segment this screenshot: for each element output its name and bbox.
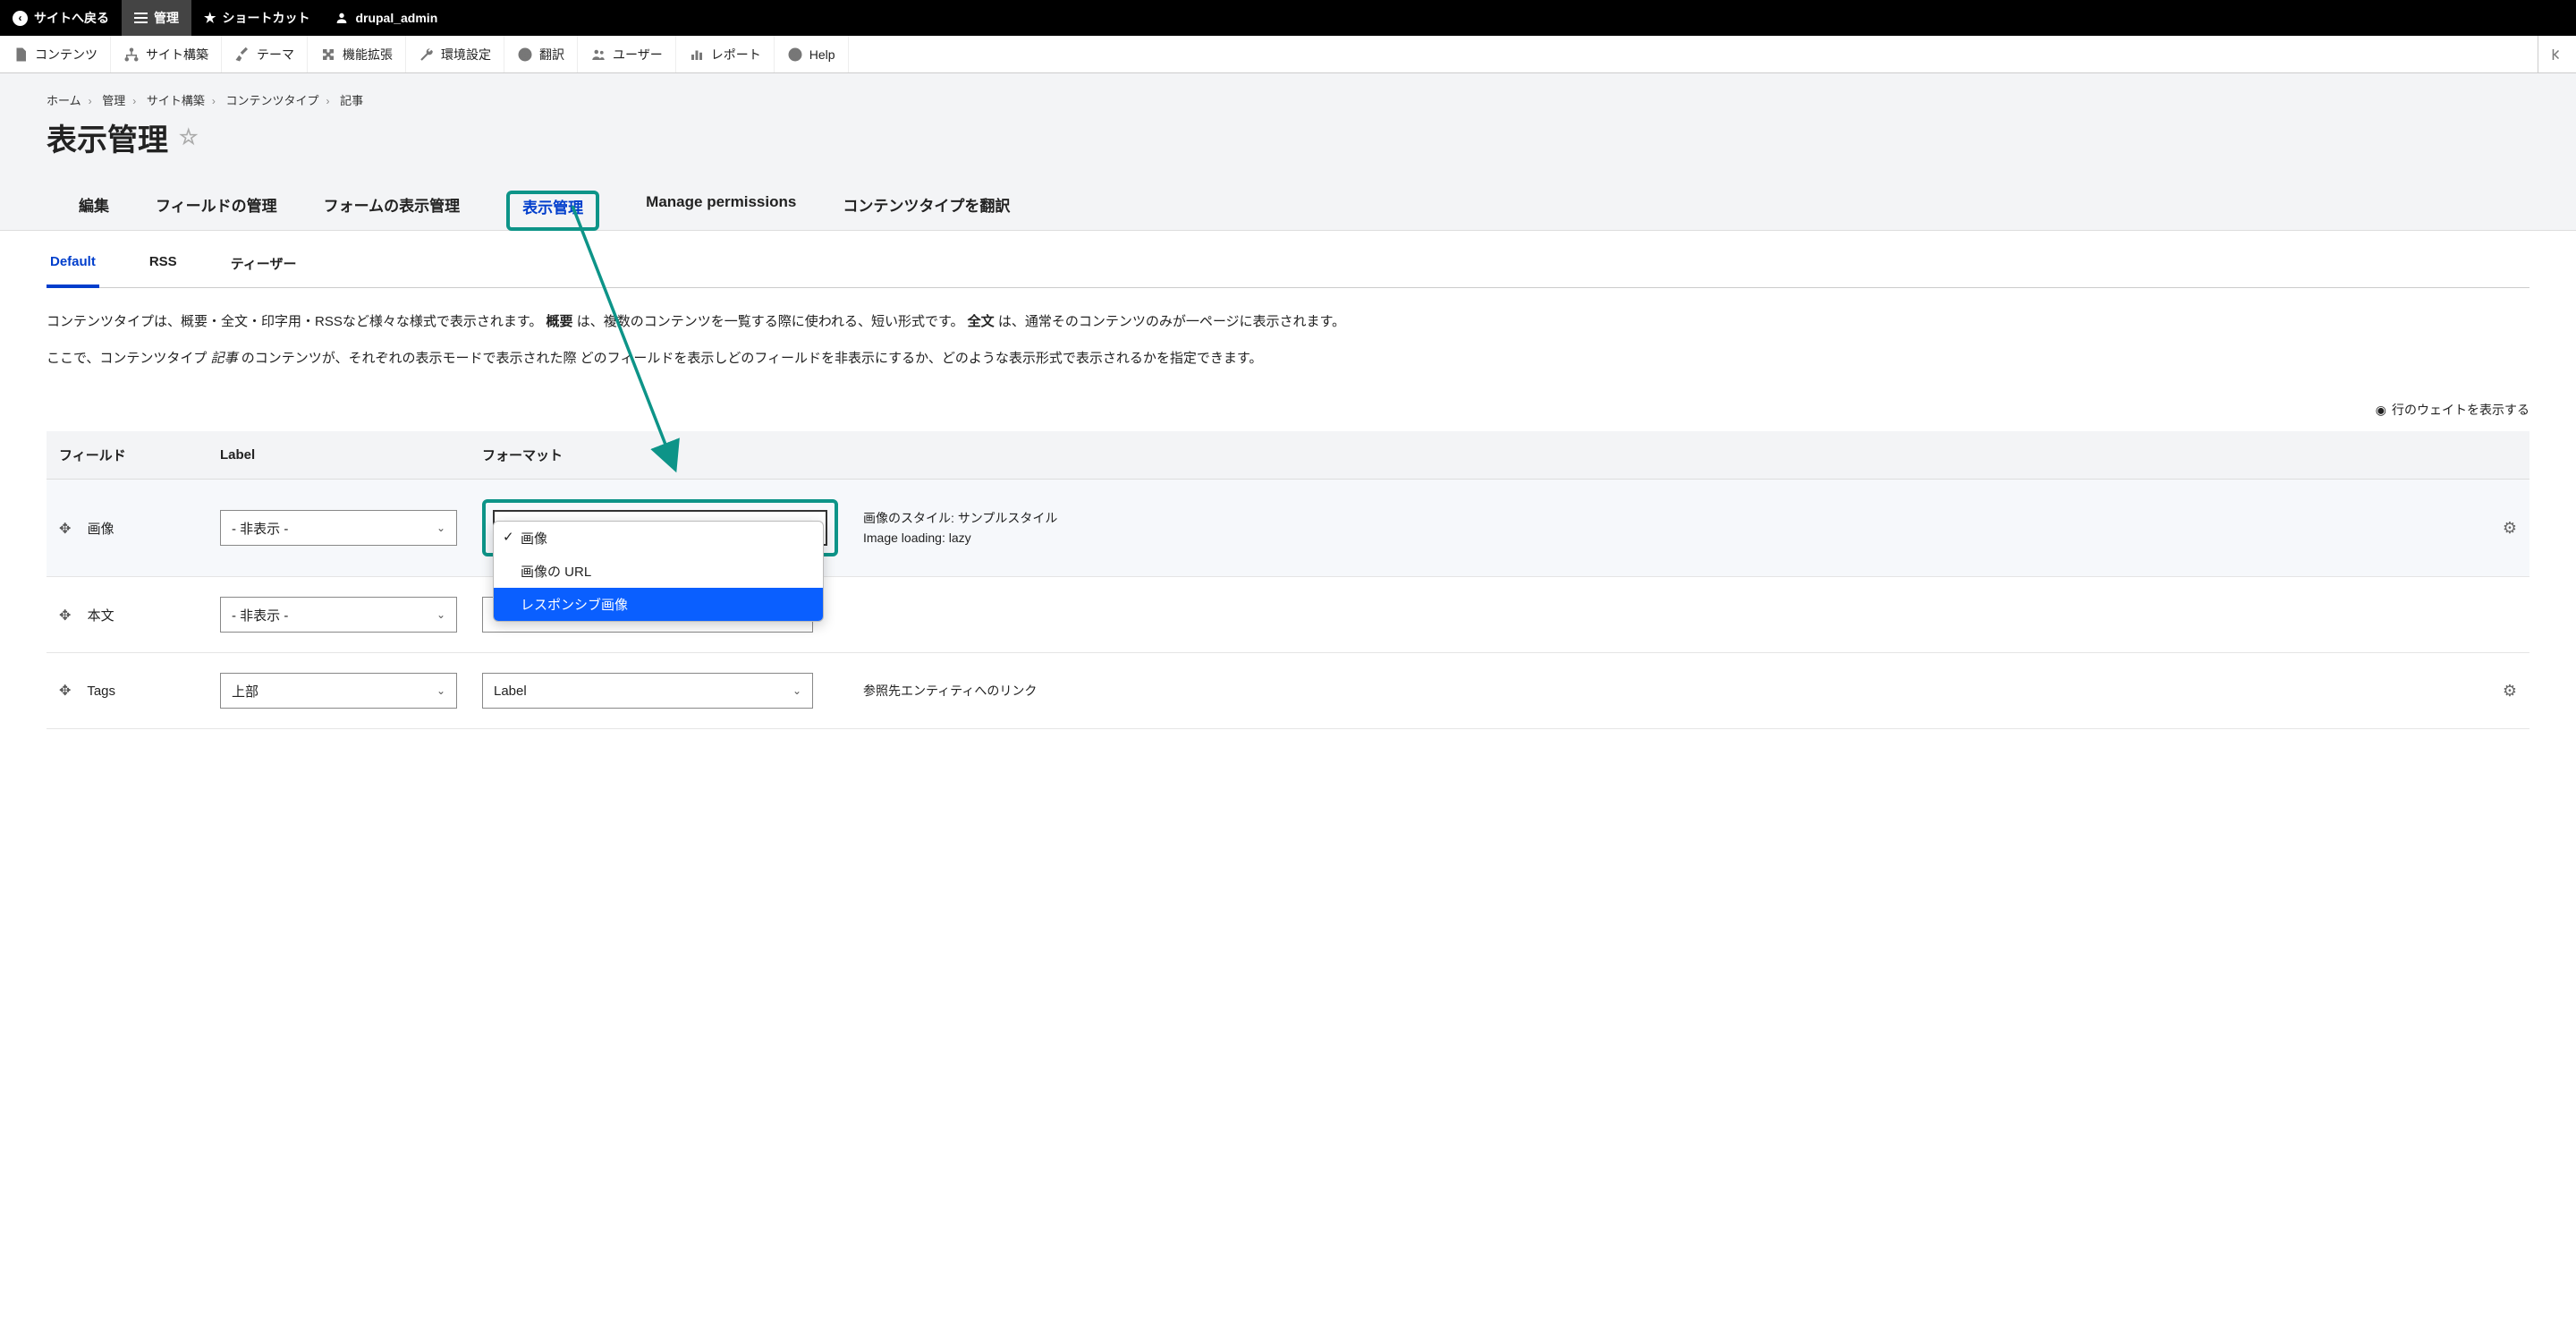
chevron-down-icon: ⌄ <box>436 522 445 534</box>
toolbar-help[interactable]: Help <box>775 36 849 72</box>
wrench-icon <box>419 47 435 63</box>
back-to-site-link[interactable]: ‹ サイトへ戻る <box>0 0 122 36</box>
tab-manage-form-display[interactable]: フォームの表示管理 <box>320 184 464 230</box>
table-row: ✥ 画像 - 非表示 - ⌄ <box>47 480 2529 577</box>
th-field: フィールド <box>47 431 208 480</box>
drag-handle-icon[interactable]: ✥ <box>59 682 71 700</box>
manage-label: 管理 <box>154 9 179 27</box>
shortcuts-label: ショートカット <box>222 9 309 27</box>
format-select[interactable]: Label ⌄ <box>482 673 813 709</box>
gear-icon[interactable]: ⚙ <box>2503 682 2517 700</box>
help-icon <box>787 47 803 63</box>
th-summary <box>851 431 2476 480</box>
brush-icon <box>234 47 250 63</box>
primary-tabs: 編集 フィールドの管理 フォームの表示管理 表示管理 Manage permis… <box>47 184 2529 230</box>
dropdown-option-image-url[interactable]: 画像の URL <box>494 555 823 588</box>
star-icon: ★ <box>204 10 216 26</box>
annotation-highlight-format: 画像 画像の URL レスポンシブ画像 <box>482 499 838 556</box>
user-label: drupal_admin <box>355 11 437 25</box>
breadcrumb: ホーム› 管理› サイト構築› コンテンツタイプ› 記事 <box>47 91 2529 108</box>
show-row-weights-link[interactable]: ◉ 行のウェイトを表示する <box>47 394 2529 431</box>
favorite-star-icon[interactable]: ☆ <box>179 124 199 150</box>
collapse-icon <box>2549 47 2565 63</box>
shortcuts-link[interactable]: ★ ショートカット <box>191 0 322 36</box>
user-icon <box>335 11 349 25</box>
gear-icon[interactable]: ⚙ <box>2503 519 2517 537</box>
dropdown-option-responsive-image[interactable]: レスポンシブ画像 <box>494 588 823 621</box>
breadcrumb-article[interactable]: 記事 <box>340 94 363 107</box>
format-dropdown-menu: 画像 画像の URL レスポンシブ画像 <box>493 521 824 622</box>
chevron-down-icon: ⌄ <box>436 684 445 697</box>
subtab-rss[interactable]: RSS <box>146 240 181 287</box>
description-text: コンテンツタイプは、概要・全文・印字用・RSSなど様々な様式で表示されます。 概… <box>47 288 2529 394</box>
th-label: Label <box>208 431 470 480</box>
drag-handle-icon[interactable]: ✥ <box>59 607 71 624</box>
toolbar-content[interactable]: コンテンツ <box>0 36 111 72</box>
toolbar-people[interactable]: ユーザー <box>578 36 676 72</box>
tab-manage-fields[interactable]: フィールドの管理 <box>152 184 281 230</box>
tab-edit[interactable]: 編集 <box>75 184 113 230</box>
manage-toggle[interactable]: 管理 <box>122 0 191 36</box>
globe-icon <box>517 47 533 63</box>
back-arrow-icon: ‹ <box>13 11 28 26</box>
back-label: サイトへ戻る <box>34 9 109 27</box>
field-name: 画像 <box>88 522 114 537</box>
toolbar-reports[interactable]: レポート <box>676 36 775 72</box>
toolbar-appearance[interactable]: テーマ <box>222 36 308 72</box>
page-content: Default RSS ティーザー コンテンツタイプは、概要・全文・印字用・RS… <box>0 240 2576 765</box>
dropdown-option-image[interactable]: 画像 <box>494 522 823 555</box>
display-fields-table: フィールド Label フォーマット ✥ 画像 - 非表示 - ⌄ <box>47 431 2529 729</box>
hamburger-icon <box>134 13 148 23</box>
chevron-down-icon: ⌄ <box>792 684 801 697</box>
toolbar-collapse-button[interactable] <box>2538 36 2576 72</box>
field-name: Tags <box>87 684 115 699</box>
secondary-tabs: Default RSS ティーザー <box>47 240 2529 288</box>
admin-toolbar: コンテンツ サイト構築 テーマ 機能拡張 環境設定 翻訳 ユーザー レポート H… <box>0 36 2576 73</box>
field-name: 本文 <box>88 608 114 624</box>
label-select[interactable]: - 非表示 - ⌄ <box>220 597 457 633</box>
label-select[interactable]: 上部 ⌄ <box>220 673 457 709</box>
breadcrumb-content-types[interactable]: コンテンツタイプ <box>226 94 319 107</box>
toolbar-structure[interactable]: サイト構築 <box>111 36 222 72</box>
admin-topbar: ‹ サイトへ戻る 管理 ★ ショートカット drupal_admin <box>0 0 2576 36</box>
breadcrumb-manage[interactable]: 管理 <box>102 94 125 107</box>
toolbar-translate[interactable]: 翻訳 <box>504 36 578 72</box>
subtab-default[interactable]: Default <box>47 240 99 288</box>
subtab-teaser[interactable]: ティーザー <box>227 240 301 287</box>
file-icon <box>13 47 29 63</box>
table-row: ✥ 本文 - 非表示 - ⌄ デフォルト ⌄ <box>47 577 2529 653</box>
breadcrumb-home[interactable]: ホーム <box>47 94 81 107</box>
hierarchy-icon <box>123 47 140 63</box>
drag-handle-icon[interactable]: ✥ <box>59 520 71 538</box>
toolbar-config[interactable]: 環境設定 <box>406 36 504 72</box>
breadcrumb-structure[interactable]: サイト構築 <box>147 94 205 107</box>
label-select[interactable]: - 非表示 - ⌄ <box>220 510 457 546</box>
page-header: ホーム› 管理› サイト構築› コンテンツタイプ› 記事 表示管理 ☆ 編集 フ… <box>0 73 2576 231</box>
table-row: ✥ Tags 上部 ⌄ Label ⌄ 参照先エンティティへのリンク <box>47 653 2529 729</box>
tab-manage-permissions[interactable]: Manage permissions <box>642 184 800 230</box>
annotation-highlight-tab: 表示管理 <box>506 191 599 231</box>
tab-manage-display[interactable]: 表示管理 <box>503 184 603 230</box>
page-title: 表示管理 ☆ <box>47 115 2529 159</box>
th-format: フォーマット <box>470 431 851 480</box>
puzzle-icon <box>320 47 336 63</box>
chevron-down-icon: ⌄ <box>436 608 445 621</box>
tab-translate-content-type[interactable]: コンテンツタイプを翻訳 <box>839 184 1013 230</box>
toolbar-extend[interactable]: 機能拡張 <box>308 36 406 72</box>
bars-icon <box>689 47 705 63</box>
user-menu[interactable]: drupal_admin <box>322 0 450 36</box>
th-operations <box>2476 431 2529 480</box>
people-icon <box>590 47 606 63</box>
settings-summary: 画像のスタイル: サンプルスタイル Image loading: lazy <box>863 508 2463 548</box>
settings-summary: 参照先エンティティへのリンク <box>863 681 2463 701</box>
eye-icon: ◉ <box>2376 403 2386 418</box>
